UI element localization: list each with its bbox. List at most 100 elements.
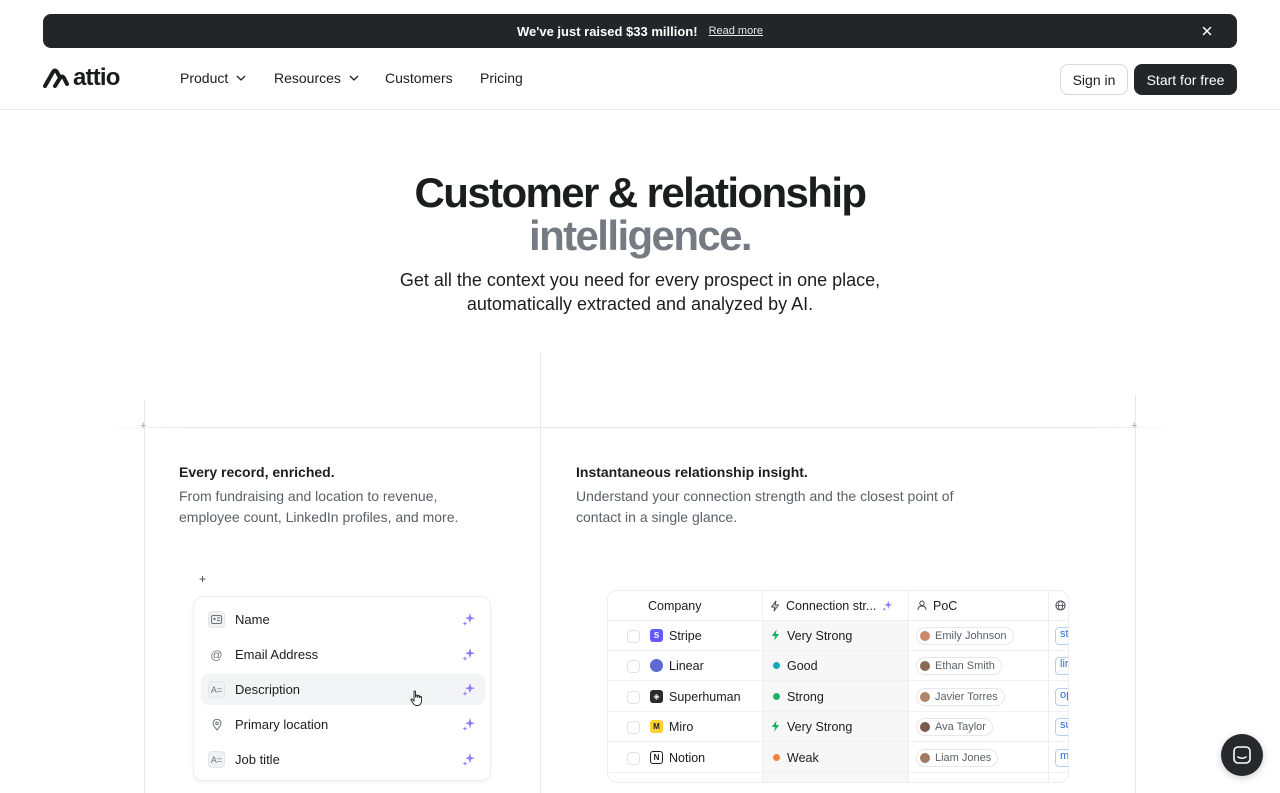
sparkle-icon: [462, 753, 475, 766]
person-icon: [917, 600, 927, 611]
table-row[interactable]: ◈ Superhuman Strong Javier Torres op: [608, 682, 1068, 712]
nav-product[interactable]: Product: [180, 70, 246, 86]
bolt-icon: [771, 629, 780, 641]
linear-logo-icon: [650, 659, 663, 672]
poc-name: Javier Torres: [935, 691, 998, 703]
attribute-list: Name @ Email Address A= Description Prim…: [193, 596, 491, 781]
attribute-row-job-title[interactable]: A= Job title: [201, 744, 485, 775]
website-chip[interactable]: st: [1055, 627, 1068, 645]
add-attribute-icon[interactable]: +: [199, 572, 206, 586]
close-icon[interactable]: [1199, 23, 1215, 39]
start-for-free-button[interactable]: Start for free: [1134, 64, 1237, 95]
website-chip[interactable]: m: [1055, 749, 1068, 767]
chat-launcher-button[interactable]: [1221, 734, 1263, 776]
column-header-connection[interactable]: Connection str...: [762, 591, 908, 621]
brand-logo[interactable]: attio: [43, 64, 120, 92]
row-checkbox[interactable]: [627, 630, 640, 643]
attribute-row-description[interactable]: A= Description: [201, 674, 485, 705]
website-chip[interactable]: su: [1055, 718, 1068, 736]
banner-read-more-link[interactable]: Read more: [709, 25, 763, 37]
nav-product-label: Product: [180, 70, 229, 86]
poc-name: Ava Taylor: [935, 721, 986, 733]
attribute-row-primary-location[interactable]: Primary location: [201, 709, 485, 740]
nav-customers-label: Customers: [385, 70, 453, 86]
table-row[interactable]: M Miro Very Strong Ava Taylor su: [608, 712, 1068, 742]
grid-line: [540, 352, 541, 793]
top-nav: attio Product Resources Customers Pricin…: [0, 48, 1280, 110]
sparkle-icon: [462, 683, 475, 696]
attribute-row-name[interactable]: Name: [201, 604, 485, 635]
connection-strength: Good: [787, 659, 818, 673]
hero-title: Customer & relationship intelligence.: [0, 171, 1280, 257]
attribute-label: Job title: [235, 752, 280, 767]
sparkle-icon: [462, 718, 475, 731]
grid-line: [144, 400, 145, 793]
poc-chip[interactable]: Ava Taylor: [916, 718, 993, 736]
avatar: [920, 722, 930, 732]
feature-description-line: employee count, LinkedIn profiles, and m…: [179, 509, 459, 525]
nav-resources[interactable]: Resources: [274, 70, 359, 86]
company-name: Miro: [669, 720, 694, 734]
attribute-row-email[interactable]: @ Email Address: [201, 639, 485, 670]
plus-marker-icon: +: [1131, 420, 1138, 432]
row-checkbox[interactable]: [627, 721, 640, 734]
grid-line: [1135, 395, 1136, 793]
sparkle-icon: [882, 600, 893, 611]
connection-strength: Very Strong: [787, 720, 853, 734]
status-dot-icon: [773, 693, 780, 700]
attio-logo-icon: [43, 68, 69, 88]
website-chip[interactable]: op: [1055, 688, 1068, 706]
text-icon: A=: [208, 751, 225, 768]
connection-strength: Weak: [787, 751, 819, 765]
sparkle-icon: [462, 648, 475, 661]
nav-pricing[interactable]: Pricing: [480, 70, 523, 86]
avatar: [920, 692, 930, 702]
at-icon: @: [210, 647, 223, 662]
nav-pricing-label: Pricing: [480, 70, 523, 86]
feature-description-line: contact in a single glance.: [576, 509, 738, 525]
company-name: Notion: [669, 751, 706, 765]
feature-description: From fundraising and location to revenue…: [179, 486, 458, 528]
table-row[interactable]: S Stripe Very Strong Emily Johnson st: [608, 621, 1068, 651]
poc-chip[interactable]: Ethan Smith: [916, 657, 1002, 675]
attribute-label: Name: [235, 612, 270, 627]
banner-message: We've just raised $33 million!: [516, 23, 698, 39]
row-checkbox[interactable]: [627, 691, 640, 704]
website-chip[interactable]: lir: [1055, 657, 1068, 675]
column-header-label: PoC: [933, 598, 958, 613]
bolt-outline-icon: [771, 600, 779, 611]
grid-line: [105, 427, 1175, 428]
row-checkbox[interactable]: [627, 660, 640, 673]
avatar: [920, 661, 930, 671]
poc-chip[interactable]: Javier Torres: [916, 688, 1005, 706]
chevron-down-icon: [236, 75, 246, 81]
poc-chip[interactable]: Emily Johnson: [916, 627, 1014, 645]
chevron-down-icon: [349, 75, 359, 81]
avatar: [920, 753, 930, 763]
nav-customers[interactable]: Customers: [385, 70, 453, 86]
sparkle-icon: [462, 613, 475, 626]
notion-logo-icon: N: [650, 751, 663, 764]
sign-in-button[interactable]: Sign in: [1060, 64, 1128, 95]
chat-icon: [1233, 746, 1251, 764]
hero-subtitle-line2: automatically extracted and analyzed by …: [466, 294, 814, 314]
company-name: Superhuman: [669, 690, 741, 704]
stripe-logo-icon: S: [650, 629, 663, 642]
poc-name: Emily Johnson: [935, 630, 1007, 642]
hero-title-line2: intelligence.: [529, 212, 753, 259]
hero-subtitle: Get all the context you need for every p…: [340, 268, 940, 316]
poc-chip[interactable]: Liam Jones: [916, 749, 999, 767]
feature-description: Understand your connection strength and …: [576, 486, 953, 528]
column-header-poc[interactable]: PoC: [908, 591, 1048, 621]
column-header-website[interactable]: [1048, 591, 1068, 621]
row-checkbox[interactable]: [627, 752, 640, 765]
table-row[interactable]: Linear Good Ethan Smith lir: [608, 651, 1068, 681]
miro-logo-icon: M: [650, 720, 663, 733]
table-row[interactable]: N Notion Weak Liam Jones m: [608, 743, 1068, 773]
column-header-company[interactable]: Company: [608, 591, 762, 621]
hero-title-line1: Customer & relationship: [414, 169, 868, 216]
plus-marker-icon: +: [140, 420, 147, 432]
connection-strength: Strong: [787, 690, 824, 704]
attribute-label: Description: [235, 682, 301, 697]
announcement-banner: We've just raised $33 million! Read more: [43, 14, 1237, 48]
